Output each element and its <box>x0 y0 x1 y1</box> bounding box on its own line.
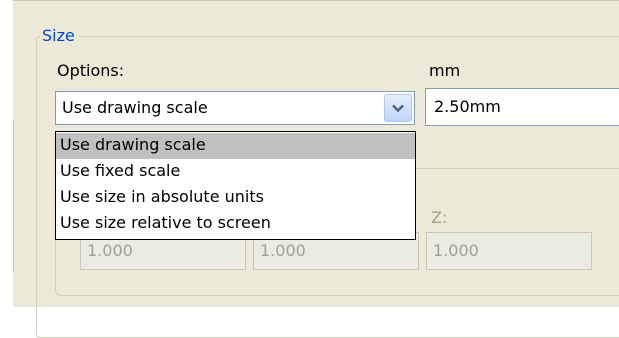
options-combobox[interactable]: Use drawing scale <box>55 91 415 125</box>
dropdown-option-fixed-scale[interactable]: Use fixed scale <box>56 159 415 185</box>
z-scale-value: 1.000 <box>433 241 479 260</box>
left-panel-edge <box>0 120 14 272</box>
options-combobox-value: Use drawing scale <box>62 98 208 117</box>
top-divider <box>13 0 619 1</box>
options-dropdown-list[interactable]: Use drawing scale Use fixed scale Use si… <box>55 131 416 240</box>
size-group-legend: Size <box>40 23 79 49</box>
mm-size-value: 2.50mm <box>434 97 501 116</box>
dropdown-option-relative-to-screen[interactable]: Use size relative to screen <box>56 211 415 237</box>
combobox-dropdown-button[interactable] <box>384 94 412 122</box>
options-label: Options: <box>57 61 125 80</box>
z-scale-input[interactable]: 1.000 <box>426 232 592 270</box>
dropdown-option-drawing-scale[interactable]: Use drawing scale <box>56 133 415 159</box>
x-scale-value: 1.000 <box>87 241 133 260</box>
y-scale-value: 1.000 <box>260 241 306 260</box>
chevron-down-icon <box>392 104 404 113</box>
mm-size-input[interactable]: 2.50mm <box>425 88 619 126</box>
mm-label: mm <box>429 61 461 80</box>
z-label: Z: <box>431 208 448 227</box>
dropdown-option-absolute-units[interactable]: Use size in absolute units <box>56 185 415 211</box>
